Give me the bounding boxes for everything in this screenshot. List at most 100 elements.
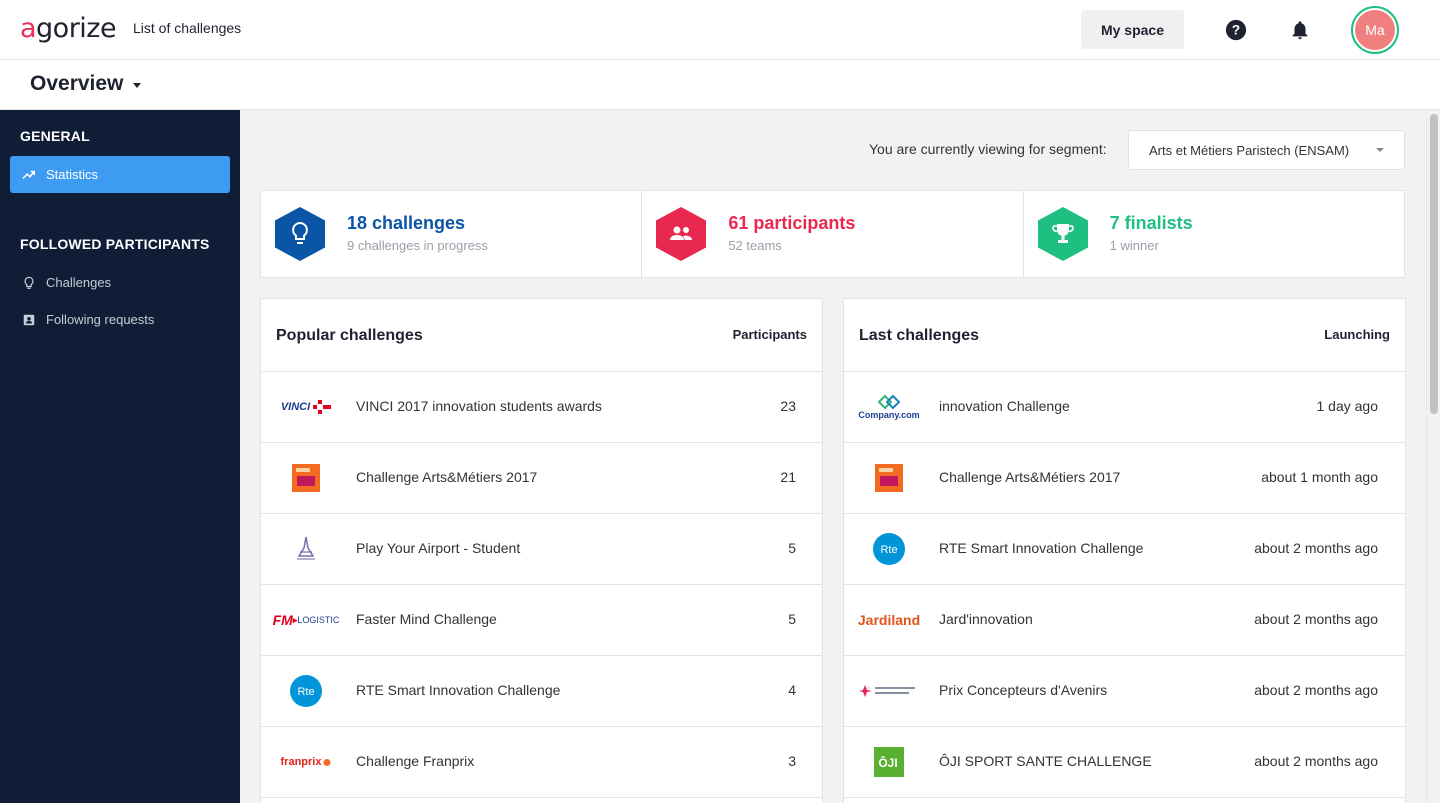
last-challenges-panel: Last challenges Launching Company.com in… [843,298,1406,803]
challenge-row[interactable]: Play Your Airport - Student 5 [261,514,822,585]
sidebar-item-following-requests[interactable]: Following requests [10,301,230,338]
rte-logo-image: Rte [290,675,322,707]
segment-value: Arts et Métiers Paristech (ENSAM) [1149,142,1350,158]
sidebar-item-statistics[interactable]: Statistics [10,156,230,193]
challenge-row[interactable]: Jardiland Jard'innovation about 2 months… [844,585,1405,656]
contact-card-icon [23,314,35,325]
challenge-row[interactable]: Challenge Arts&Métiers 2017 21 [261,443,822,514]
column-header: Participants [732,327,807,342]
page-scrollbar[interactable] [1426,110,1440,803]
franprix-logo-text: franprix [280,756,322,768]
popular-challenges-panel: Popular challenges Participants VINCI VI… [260,298,823,803]
participant-count: 21 [780,469,796,485]
company-logo-mark [877,394,901,410]
oji-logo: ÔJI [854,741,924,783]
my-space-button[interactable]: My space [1081,10,1184,49]
rte-logo: Rte [854,528,924,570]
stat-participants: 61 participants 52 teams [642,191,1024,277]
challenge-name[interactable]: Play Your Airport - Student [356,540,520,556]
launch-date: about 2 months ago [1254,611,1378,627]
challenge-row[interactable]: Challenge Arts&Métiers 2017 about 1 mont… [844,443,1405,514]
challenge-name[interactable]: Faster Mind Challenge [356,611,497,627]
chevron-down-icon [1376,148,1384,152]
stats-summary: 18 challenges 9 challenges in progress 6… [260,190,1405,278]
vinci-mark-icon [313,400,332,414]
participant-count: 5 [788,611,796,627]
vinci-logo: VINCI [271,386,341,428]
oji-logo-text: ÔJI [878,755,897,770]
jardiland-logo: Jardiland [854,599,924,641]
participant-count: 23 [780,398,796,414]
franprix-fruit-icon [323,759,331,766]
artsmetiers-logo [854,457,924,499]
challenge-row[interactable]: VINCI VINCI 2017 innovation students awa… [261,372,822,443]
trending-up-icon [22,170,36,179]
sidebar: GENERAL Statistics FOLLOWED PARTICIPANTS… [0,110,240,803]
fmlogistic-logo: FM ▸ LOGISTIC [271,599,341,641]
sidebar-item-label: Following requests [46,312,155,327]
company-logo: Company.com [854,386,924,428]
challenge-row[interactable]: ÔJI ÔJI SPORT SANTE CHALLENGE about 2 mo… [844,727,1405,798]
sub-header: Overview [0,60,1440,110]
panel-title: Last challenges [859,327,980,344]
challenge-name[interactable]: RTE Smart Innovation Challenge [356,682,560,698]
stat-finalists: 7 finalists 1 winner [1024,191,1404,277]
panel-title: Popular challenges [276,327,423,344]
launch-date: about 2 months ago [1254,540,1378,556]
challenge-row[interactable]: franprix Challenge Franprix 3 [261,727,822,798]
overview-dropdown[interactable]: Overview [30,72,142,96]
help-icon[interactable]: ? [1225,19,1247,41]
concepteurs-logo-image [859,685,915,697]
column-header: Launching [1324,327,1390,342]
challenge-name[interactable]: innovation Challenge [939,398,1070,414]
agorize-logo[interactable]: agorize [20,14,117,44]
stat-subtitle: 1 winner [1109,238,1159,253]
challenge-row[interactable]: Prix Concepteurs d'Avenirs about 2 month… [844,656,1405,727]
sidebar-item-label: Challenges [46,275,112,290]
artsmetiers-logo [271,457,341,499]
notification-bell-icon[interactable] [1289,19,1311,41]
launch-date: about 2 months ago [1254,753,1378,769]
lightbulb-icon [275,207,325,261]
svg-text:?: ? [1232,23,1240,38]
stat-title: 18 challenges [347,213,466,233]
vinci-logo-text: VINCI [280,401,311,413]
avatar-initials: Ma [1355,10,1395,50]
panel-header: Popular challenges Participants [261,299,822,372]
rte-logo-text: Rte [880,544,897,556]
rte-logo-text: Rte [297,686,314,698]
stat-subtitle: 9 challenges in progress [347,238,488,253]
rte-logo-image: Rte [873,533,905,565]
top-header: agorize List of challenges My space ? Ma [0,0,1440,60]
stat-title: 7 finalists [1109,213,1193,233]
logistic-logo-text: LOGISTIC [297,615,340,625]
participant-count: 5 [788,540,796,556]
challenge-name[interactable]: Prix Concepteurs d'Avenirs [939,682,1107,698]
challenge-row[interactable]: FM ▸ LOGISTIC Faster Mind Challenge 5 [261,585,822,656]
challenge-row[interactable]: Rte RTE Smart Innovation Challenge about… [844,514,1405,585]
challenge-name[interactable]: ÔJI SPORT SANTE CHALLENGE [939,753,1152,769]
sidebar-heading-general: GENERAL [20,128,90,144]
challenge-name[interactable]: Challenge Arts&Métiers 2017 [356,469,537,485]
sidebar-item-label: Statistics [46,167,99,182]
challenge-name[interactable]: Jard'innovation [939,611,1033,627]
segment-select[interactable]: Arts et Métiers Paristech (ENSAM) [1128,130,1405,170]
sidebar-heading-followed: FOLLOWED PARTICIPANTS [20,236,210,252]
lightbulb-icon [24,276,34,289]
stat-challenges: 18 challenges 9 challenges in progress [261,191,643,277]
challenge-name[interactable]: VINCI 2017 innovation students awards [356,398,602,414]
challenge-row[interactable]: Rte RTE Smart Innovation Challenge 4 [261,656,822,727]
challenge-name[interactable]: Challenge Franprix [356,753,474,769]
list-of-challenges-link[interactable]: List of challenges [133,20,241,36]
scrollbar-thumb[interactable] [1430,114,1438,414]
challenge-row[interactable]: Company.com innovation Challenge 1 day a… [844,372,1405,443]
launch-date: 1 day ago [1316,398,1379,414]
challenge-name[interactable]: Challenge Arts&Métiers 2017 [939,469,1120,485]
challenge-name[interactable]: RTE Smart Innovation Challenge [939,540,1143,556]
sidebar-item-challenges[interactable]: Challenges [10,264,230,301]
trophy-icon [1037,207,1088,261]
participant-count: 3 [788,753,796,769]
user-avatar[interactable]: Ma [1351,6,1399,54]
company-logo-text: Company.com [858,410,920,420]
stat-title: 61 participants [728,213,856,233]
